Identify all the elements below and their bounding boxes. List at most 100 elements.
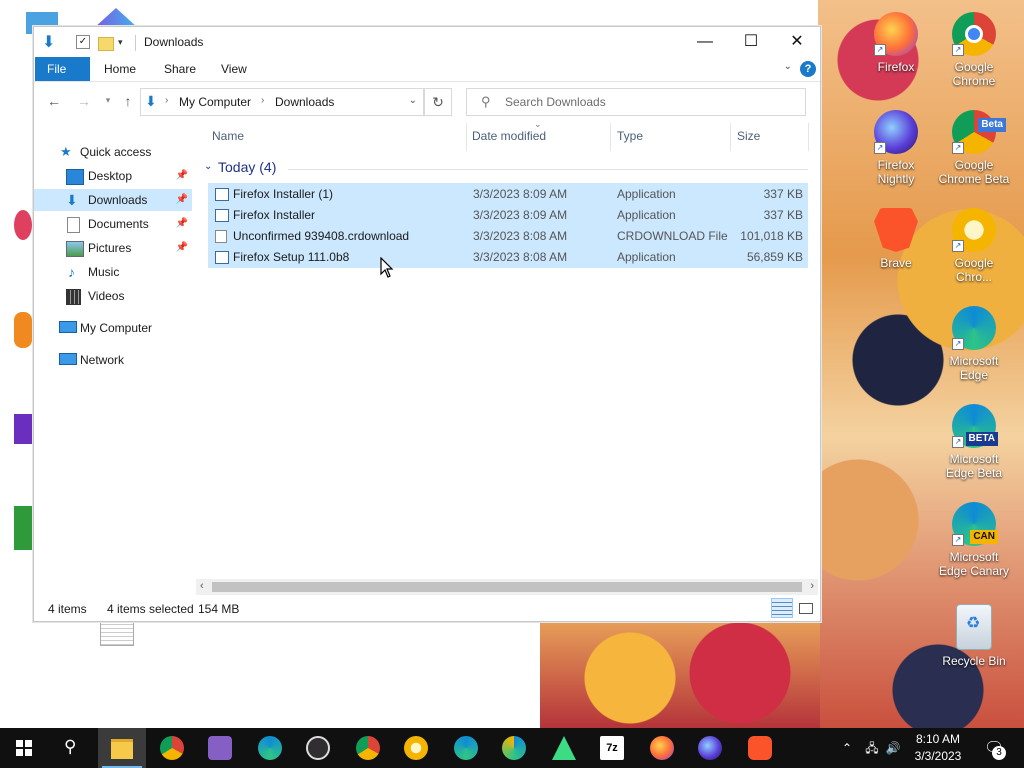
taskbar-clock[interactable]: 8:10 AM 3/3/2023 <box>900 731 976 765</box>
refresh-button[interactable]: ↻ <box>424 88 452 116</box>
column-header-type[interactable]: Type <box>617 129 643 143</box>
taskbar-brave[interactable] <box>736 728 784 768</box>
desktop-icon-google-chrome-beta[interactable]: Beta ↗ Google Chrome Beta <box>936 110 1012 186</box>
pin-icon[interactable]: 📌 <box>176 165 188 187</box>
tab-share[interactable]: Share <box>152 57 208 81</box>
tab-view[interactable]: View <box>209 57 259 81</box>
group-header-today[interactable]: Today (4) <box>218 159 276 175</box>
desktop-partial-icon[interactable] <box>14 312 32 348</box>
desktop-partial-icon[interactable] <box>14 414 32 444</box>
desktop-partial-icon[interactable] <box>100 620 134 646</box>
recent-locations-button[interactable]: ▾ <box>98 95 118 113</box>
nav-desktop[interactable]: Desktop 📌 <box>34 165 192 187</box>
nav-my-computer[interactable]: My Computer <box>34 317 192 339</box>
file-row[interactable]: Firefox Installer (1) 3/3/2023 8:09 AM A… <box>208 183 808 205</box>
nav-videos[interactable]: Videos <box>34 285 192 307</box>
shortcut-arrow-icon: ↗ <box>952 534 964 546</box>
desktop-icon-brave[interactable]: Brave <box>858 208 934 270</box>
scrollbar-thumb[interactable] <box>212 582 802 592</box>
details-view-icon[interactable] <box>771 598 793 618</box>
taskbar-file-explorer[interactable] <box>98 728 146 768</box>
column-separator[interactable] <box>610 123 611 151</box>
show-hidden-icons-button[interactable]: ⌃ <box>838 728 856 768</box>
tab-file[interactable]: File <box>35 57 90 81</box>
taskbar-chrome-canary[interactable] <box>392 728 440 768</box>
shortcut-arrow-icon: ↗ <box>874 44 886 56</box>
nav-pictures[interactable]: Pictures 📌 <box>34 237 192 259</box>
properties-icon[interactable]: ✓ <box>76 35 90 49</box>
address-dropdown-icon[interactable]: ⌄ <box>409 95 417 106</box>
nav-quick-access[interactable]: ★ Quick access <box>34 141 192 163</box>
nav-music[interactable]: ♪ Music <box>34 261 192 283</box>
desktop-icon-firefox[interactable]: ↗ Firefox <box>858 12 934 74</box>
file-name: Firefox Installer <box>233 208 316 222</box>
file-row[interactable]: Firefox Installer 3/3/2023 8:09 AM Appli… <box>208 204 808 226</box>
customize-quick-access-icon[interactable]: ▾ <box>118 37 134 53</box>
collapse-group-icon[interactable]: ⌄ <box>204 161 212 172</box>
file-size: 337 KB <box>763 187 803 201</box>
scroll-right-icon[interactable]: › <box>810 580 814 592</box>
expand-ribbon-icon[interactable]: ⌄ <box>784 61 792 72</box>
column-separator[interactable] <box>808 123 809 151</box>
tab-home[interactable]: Home <box>92 57 148 81</box>
desktop-icon-microsoft-edge[interactable]: ↗ Microsoft Edge <box>936 306 1012 382</box>
taskbar-android-studio[interactable] <box>540 728 588 768</box>
back-button[interactable]: ← <box>44 93 64 111</box>
desktop-icon-microsoft-edge-beta[interactable]: BETA ↗ Microsoft Edge Beta <box>936 404 1012 480</box>
application-icon <box>215 209 229 222</box>
search-box[interactable]: ⚲ Search Downloads <box>466 88 806 116</box>
desktop-icon-recycle-bin[interactable]: ♻ Recycle Bin <box>936 604 1012 668</box>
horizontal-scrollbar[interactable]: ‹ › <box>196 579 818 595</box>
network-status-icon[interactable]: 🖧 <box>862 728 882 768</box>
search-button[interactable]: ⚲ <box>48 728 96 768</box>
taskbar-visual-studio[interactable] <box>196 728 244 768</box>
taskbar-edge-canary[interactable] <box>490 728 538 768</box>
nav-network[interactable]: Network <box>34 349 192 371</box>
pin-icon[interactable]: 📌 <box>176 189 188 211</box>
column-header-name[interactable]: Name <box>212 129 244 143</box>
column-separator[interactable] <box>730 123 731 151</box>
nav-documents[interactable]: Documents 📌 <box>34 213 192 235</box>
desktop-icon-microsoft-edge-canary[interactable]: CAN ↗ Microsoft Edge Canary <box>936 502 1012 578</box>
column-header-date-modified[interactable]: Date modified <box>472 129 546 143</box>
nav-label: Videos <box>88 289 125 303</box>
desktop-icon-google-chrome[interactable]: ↗ Google Chrome <box>936 12 1012 88</box>
taskbar-firefox-nightly[interactable] <box>686 728 734 768</box>
taskbar-chrome-beta[interactable] <box>344 728 392 768</box>
start-button[interactable] <box>0 728 48 768</box>
new-folder-icon[interactable] <box>98 37 114 51</box>
column-separator[interactable] <box>466 123 467 151</box>
large-icons-view-icon[interactable] <box>794 598 816 618</box>
group-divider <box>288 169 808 170</box>
breadcrumb-downloads[interactable]: Downloads <box>275 95 334 109</box>
desktop-icon-firefox-nightly[interactable]: ↗ Firefox Nightly <box>858 110 934 186</box>
pin-icon[interactable]: 📌 <box>176 237 188 259</box>
file-row[interactable]: Firefox Setup 111.0b8 3/3/2023 8:08 AM A… <box>208 246 808 268</box>
column-header-size[interactable]: Size <box>737 129 760 143</box>
maximize-button[interactable]: ☐ <box>728 27 774 57</box>
forward-button[interactable]: → <box>74 93 94 111</box>
up-button[interactable]: ↑ <box>118 93 138 111</box>
taskbar-edge[interactable] <box>246 728 294 768</box>
taskbar-edge-beta[interactable] <box>442 728 490 768</box>
nav-downloads[interactable]: ⬇ Downloads 📌 <box>34 189 192 211</box>
address-bar[interactable]: ⬇ › My Computer › Downloads ⌄ <box>140 88 424 116</box>
scroll-left-icon[interactable]: ‹ <box>200 580 204 592</box>
desktop-partial-icon[interactable] <box>14 506 32 550</box>
pin-icon[interactable]: 📌 <box>176 213 188 235</box>
desktop-partial-icon[interactable] <box>14 210 32 240</box>
taskbar-obs[interactable] <box>294 728 342 768</box>
taskbar-7zip[interactable]: 7z <box>588 728 636 768</box>
desktop-partial-icon[interactable] <box>94 8 138 28</box>
help-icon[interactable]: ? <box>800 61 816 77</box>
desktop-icon-google-chrome-canary[interactable]: ↗ Google Chro... <box>936 208 1012 284</box>
notifications-button[interactable]: 🗨 3 <box>982 728 1008 768</box>
taskbar-firefox[interactable] <box>638 728 686 768</box>
breadcrumb-my-computer[interactable]: My Computer <box>179 95 251 109</box>
desktop-icon-label: Microsoft Edge <box>949 354 999 382</box>
minimize-button[interactable]: — <box>682 27 728 57</box>
file-row[interactable]: Unconfirmed 939408.crdownload 3/3/2023 8… <box>208 225 808 247</box>
file-date: 3/3/2023 8:09 AM <box>473 208 568 222</box>
taskbar-chrome[interactable] <box>148 728 196 768</box>
close-button[interactable]: ✕ <box>774 27 820 57</box>
